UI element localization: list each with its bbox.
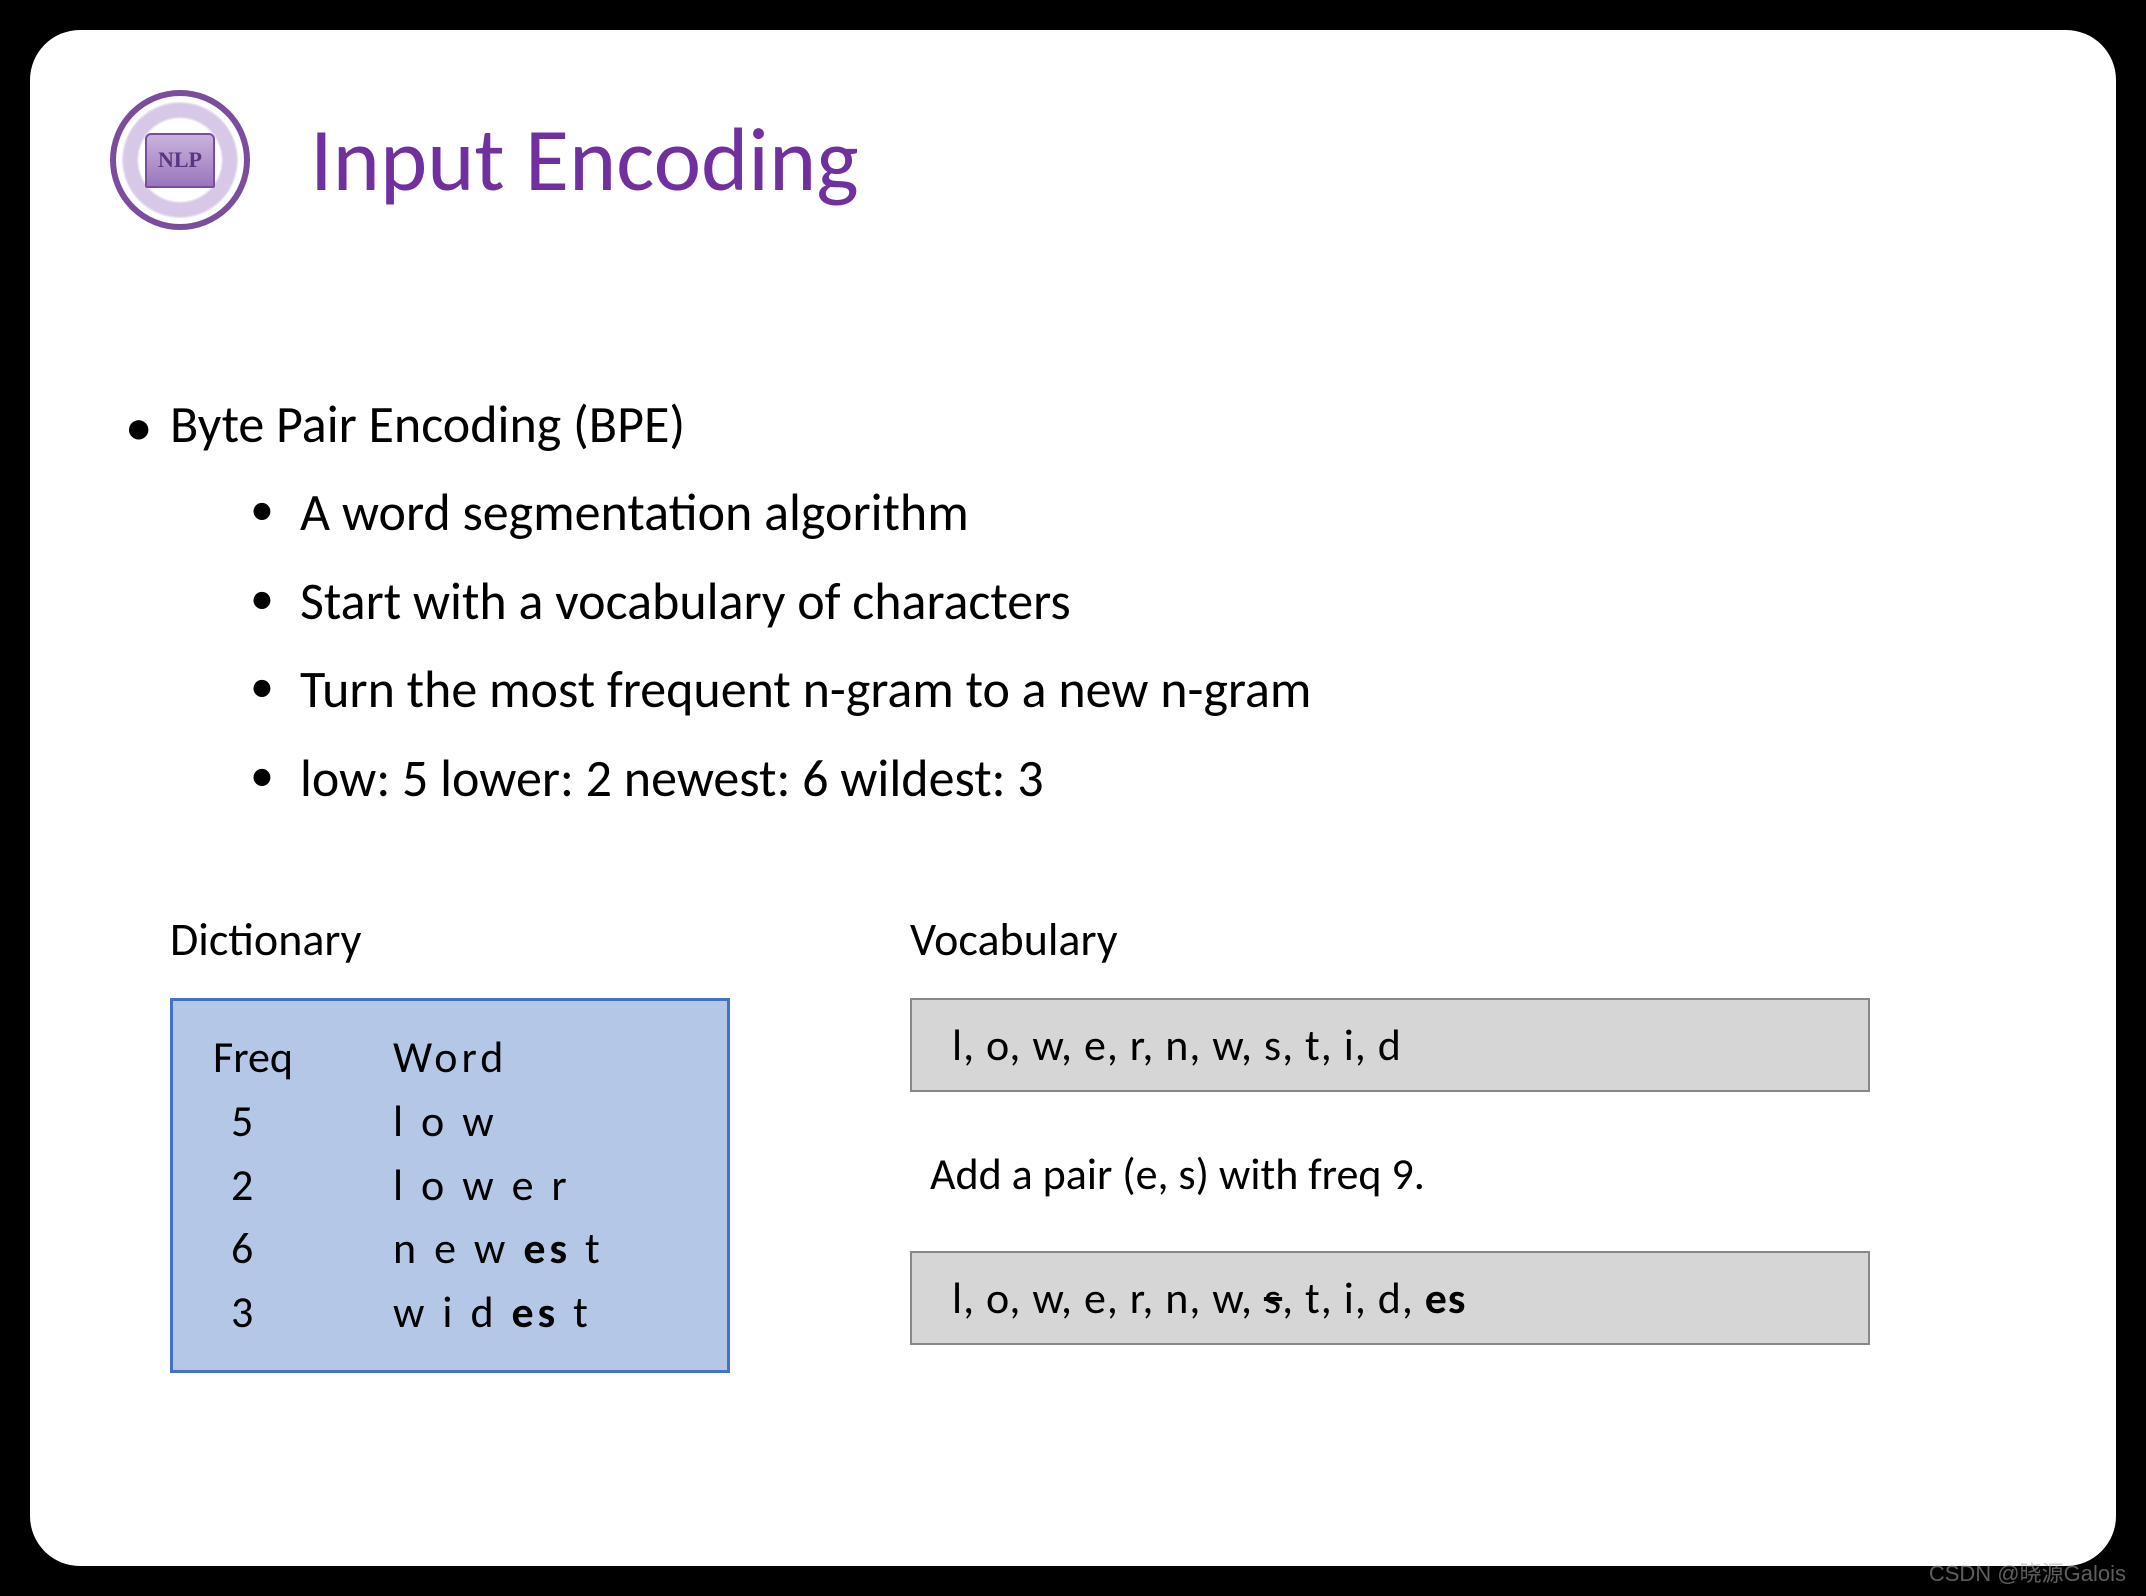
vocabulary-title: Vocabulary — [910, 912, 1870, 968]
vocabulary-note: Add a pair (e, s) with freq 9. — [930, 1147, 1870, 1201]
watermark: CSDN @晓源Galois — [1929, 1556, 2126, 1588]
dictionary-column: Dictionary Freq Word 5 l o w 2 l o w e r… — [170, 912, 730, 1373]
table-row: 6 n e w es t — [213, 1217, 687, 1281]
nlp-logo-icon: NLP — [110, 90, 250, 230]
table-row: 3 w i d es t — [213, 1281, 687, 1345]
dictionary-header-row: Freq Word — [213, 1026, 687, 1090]
dictionary-title: Dictionary — [170, 912, 730, 968]
slide-title: Input Encoding — [310, 105, 859, 215]
bullet-sub: A word segmentation algorithm — [110, 468, 2036, 556]
dict-word: n e w es t — [393, 1217, 604, 1281]
bullet-sub: Start with a vocabulary of characters — [110, 557, 2036, 645]
slide: NLP Input Encoding Byte Pair Encoding (B… — [30, 30, 2116, 1566]
dict-freq: 5 — [213, 1090, 393, 1154]
bullet-main: Byte Pair Encoding (BPE) — [110, 380, 2036, 468]
dict-freq: 3 — [213, 1281, 393, 1345]
dict-word: l o w e r — [393, 1154, 571, 1218]
dictionary-box: Freq Word 5 l o w 2 l o w e r 6 n e w es… — [170, 998, 730, 1373]
lower-section: Dictionary Freq Word 5 l o w 2 l o w e r… — [110, 912, 2036, 1373]
dict-header-freq: Freq — [213, 1026, 393, 1090]
dict-word: l o w — [393, 1090, 498, 1154]
logo-text: NLP — [145, 133, 215, 188]
dict-header-word: Word — [393, 1026, 507, 1090]
vocabulary-box-initial: l, o, w, e, r, n, w, s, t, i, d — [910, 998, 1870, 1092]
slide-header: NLP Input Encoding — [110, 90, 2036, 230]
dict-freq: 6 — [213, 1217, 393, 1281]
dict-word: w i d es t — [393, 1281, 592, 1345]
bullet-list: Byte Pair Encoding (BPE) A word segmenta… — [110, 380, 2036, 822]
dict-freq: 2 — [213, 1154, 393, 1218]
bullet-sub: low: 5 lower: 2 newest: 6 wildest: 3 — [110, 734, 2036, 822]
table-row: 5 l o w — [213, 1090, 687, 1154]
vocabulary-column: Vocabulary l, o, w, e, r, n, w, s, t, i,… — [910, 912, 1870, 1373]
bullet-sub: Turn the most frequent n-gram to a new n… — [110, 645, 2036, 733]
vocabulary-box-updated: l, o, w, e, r, n, w, s, t, i, d, es — [910, 1251, 1870, 1345]
table-row: 2 l o w e r — [213, 1154, 687, 1218]
